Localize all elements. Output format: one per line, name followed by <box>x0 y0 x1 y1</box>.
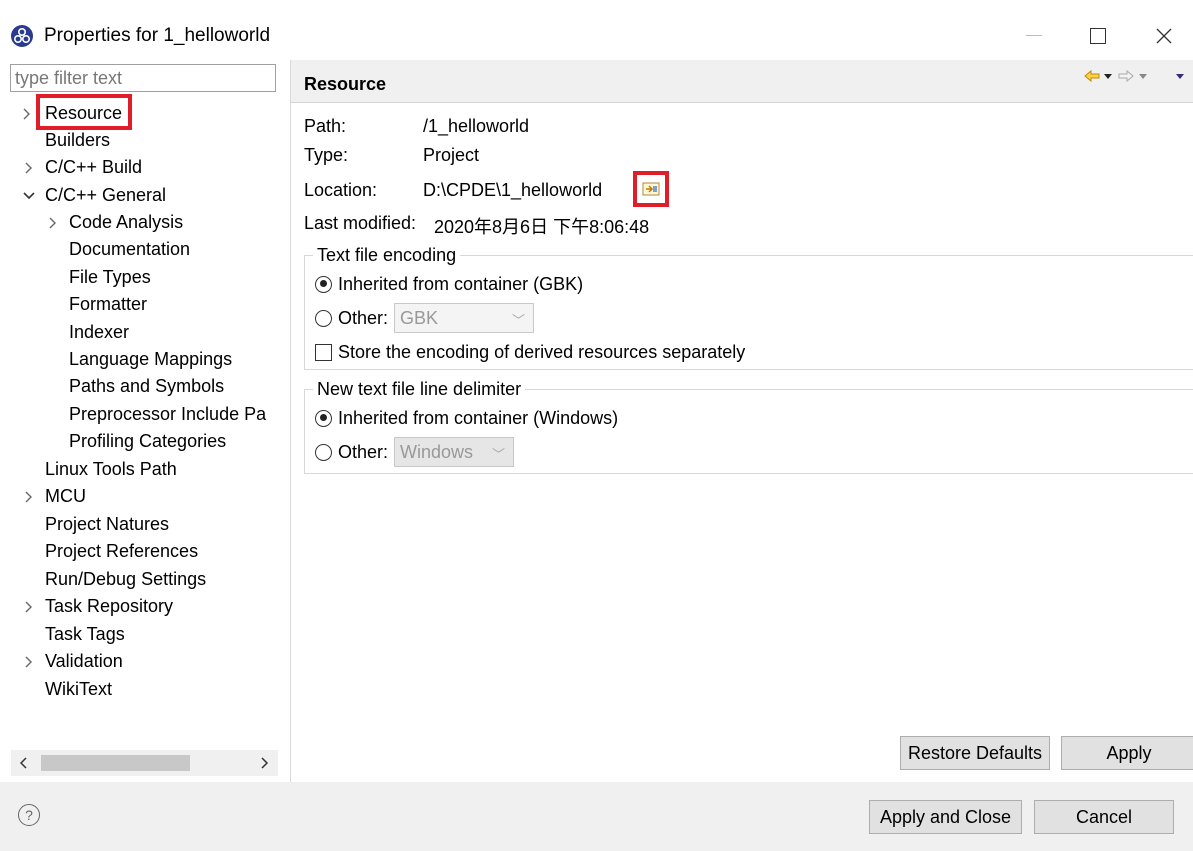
resource-page: Resource Path: /1_helloworld Type: Proje… <box>291 60 1193 782</box>
encoding-select[interactable]: GBK ﹀ <box>394 303 535 333</box>
tree-item-label: Formatter <box>69 294 148 314</box>
encoding-inherited-option[interactable]: Inherited from container (GBK) <box>315 270 583 298</box>
minimize-icon <box>1026 35 1042 36</box>
open-folder-icon <box>642 182 660 196</box>
maximize-icon <box>1090 28 1106 44</box>
tree-item-label: Task Tags <box>45 624 125 644</box>
chevron-right-icon[interactable] <box>22 593 36 620</box>
option-label: Inherited from container (GBK) <box>338 273 584 294</box>
delimiter-other-option[interactable]: Other: Windows ﹀ <box>315 437 515 467</box>
radio-selected[interactable] <box>315 409 332 427</box>
tree-item-label: Project Natures <box>45 514 170 534</box>
select-value: GBK <box>400 307 439 328</box>
chevron-right-icon[interactable] <box>22 154 36 181</box>
tree-item-label: Task Repository <box>45 596 174 616</box>
view-menu-icon[interactable] <box>1176 74 1184 79</box>
page-header: Resource <box>291 60 1193 103</box>
chevron-down-icon: ﹀ <box>512 313 526 328</box>
back-dropdown-icon[interactable] <box>1104 74 1112 79</box>
option-label: Inherited from container (Windows) <box>338 407 619 428</box>
chevron-down-icon[interactable] <box>22 182 36 209</box>
line-delimiter-group: New text file line delimiter Inherited f… <box>304 378 1193 474</box>
help-icon[interactable]: ? <box>18 804 40 826</box>
close-icon <box>1156 28 1172 44</box>
window-title: Properties for 1_helloworld <box>44 25 271 46</box>
checkbox[interactable] <box>315 343 332 361</box>
scroll-right-icon[interactable] <box>252 750 278 776</box>
location-label: Location: <box>304 180 378 200</box>
tree-item-label: Profiling Categories <box>69 431 227 451</box>
horizontal-scrollbar[interactable] <box>11 750 278 776</box>
maximize-button[interactable] <box>1068 14 1128 58</box>
restore-defaults-button[interactable]: Restore Defaults <box>900 736 1050 770</box>
tree-item-label: Project References <box>45 541 199 561</box>
tree-item-label: MCU <box>45 486 86 506</box>
tree-item-resource[interactable]: Resource <box>0 94 290 130</box>
cancel-button[interactable]: Cancel <box>1034 800 1174 834</box>
text-encoding-group: Text file encoding Inherited from contai… <box>304 244 1193 370</box>
radio-unselected[interactable] <box>315 309 332 327</box>
tree-item-label: Preprocessor Include Pa <box>69 404 267 424</box>
title-bar: Properties for 1_helloworld <box>0 0 1193 60</box>
forward-dropdown-icon[interactable] <box>1139 74 1147 79</box>
location-value: D:\CPDE\1_helloworld <box>423 180 603 200</box>
apply-button[interactable]: Apply <box>1061 736 1193 770</box>
page-title: Resource <box>304 74 387 94</box>
chevron-right-icon[interactable] <box>20 100 34 127</box>
dialog-footer: ? Apply and Close Cancel <box>0 782 1193 851</box>
forward-arrow-icon[interactable] <box>1118 69 1134 83</box>
nav-arrows <box>1084 69 1184 83</box>
tree-item-label: Linux Tools Path <box>45 459 177 479</box>
radio-unselected[interactable] <box>315 443 332 461</box>
type-label: Type: <box>304 145 349 165</box>
chevron-down-icon: ﹀ <box>492 447 506 462</box>
tree-item-label: Language Mappings <box>69 349 233 369</box>
back-arrow-icon[interactable] <box>1084 69 1100 83</box>
select-value: Windows <box>400 441 474 462</box>
chevron-right-icon[interactable] <box>46 209 60 236</box>
filter-input[interactable] <box>10 64 276 92</box>
tree-item-label: Builders <box>45 130 111 150</box>
tree-item-label: Paths and Symbols <box>69 376 225 396</box>
app-icon <box>11 25 33 47</box>
tree-item-label: Code Analysis <box>69 212 184 232</box>
option-label: Store the encoding of derived resources … <box>338 341 746 362</box>
tree-item-label: Indexer <box>69 322 130 342</box>
option-label: Other: <box>338 307 389 328</box>
group-title: Text file encoding <box>313 244 461 266</box>
group-title: New text file line delimiter <box>313 378 526 400</box>
tree-item-label: Run/Debug Settings <box>45 569 207 589</box>
tree-item-label: C/C++ General <box>45 185 167 205</box>
tree-item-label: Validation <box>45 651 123 671</box>
close-button[interactable] <box>1134 14 1193 58</box>
show-in-explorer-button[interactable] <box>633 171 669 207</box>
chevron-right-icon[interactable] <box>22 483 36 510</box>
path-value: /1_helloworld <box>423 116 530 136</box>
store-encoding-option[interactable]: Store the encoding of derived resources … <box>315 338 745 366</box>
tree-item-label: WikiText <box>45 679 112 699</box>
scrollbar-thumb[interactable] <box>41 755 190 771</box>
delimiter-select[interactable]: Windows ﹀ <box>394 437 515 467</box>
apply-and-close-button[interactable]: Apply and Close <box>869 800 1022 834</box>
path-label: Path: <box>304 116 347 136</box>
left-pane: Resource Builders C/C++ Build C/C++ Gene… <box>0 60 291 782</box>
delimiter-inherited-option[interactable]: Inherited from container (Windows) <box>315 404 618 432</box>
option-label: Other: <box>338 441 389 462</box>
encoding-other-option[interactable]: Other: GBK ﹀ <box>315 303 535 333</box>
tree-item-label: Documentation <box>69 239 191 259</box>
chevron-right-icon[interactable] <box>22 648 36 675</box>
last-modified-label: Last modified: <box>304 213 417 233</box>
tree-item-label: C/C++ Build <box>45 157 143 177</box>
properties-dialog: Properties for 1_helloworld Resource Bui… <box>0 0 1193 851</box>
scroll-left-icon[interactable] <box>11 750 37 776</box>
type-value: Project <box>423 145 480 165</box>
tree-item-label: File Types <box>69 267 151 287</box>
last-modified-value: 2020年8月6日 下午8:06:48 <box>434 217 650 237</box>
highlight-box <box>36 94 132 130</box>
minimize-button[interactable] <box>1004 14 1064 58</box>
radio-selected[interactable] <box>315 275 332 293</box>
